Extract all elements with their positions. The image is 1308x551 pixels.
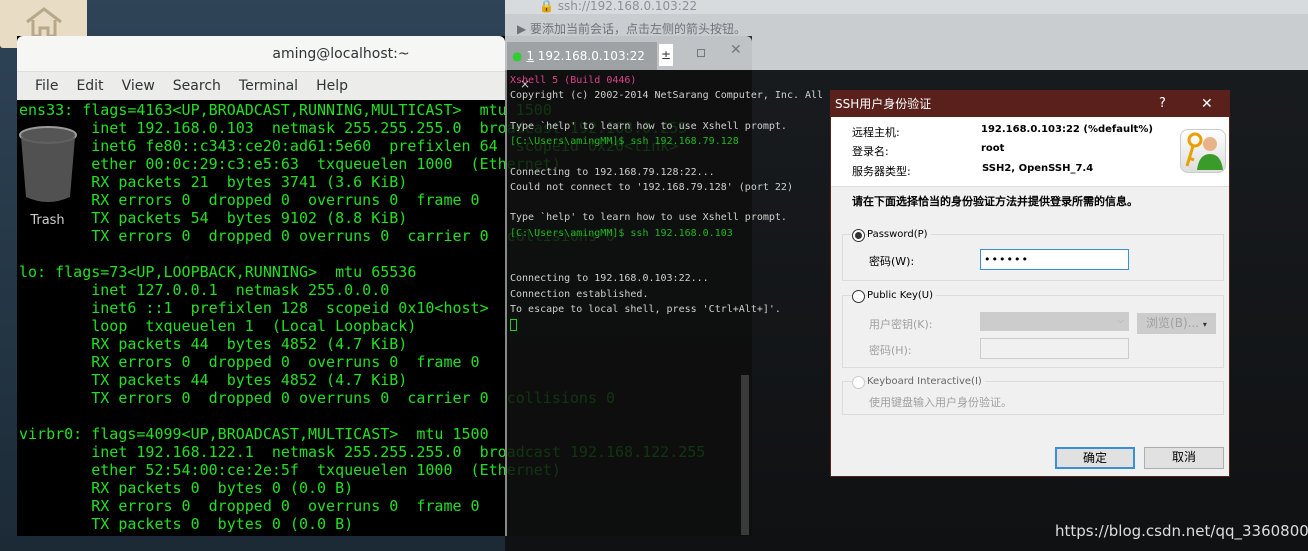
xshell-line [510, 195, 830, 210]
session-tab[interactable]: ● 1 192.168.0.103:22 × [507, 42, 657, 91]
close-icon[interactable]: ✕ [730, 42, 742, 58]
menu-terminal[interactable]: Terminal [230, 78, 307, 94]
dialog-titlebar: SSH用户身份验证 ? ✕ [831, 91, 1229, 117]
xshell-line: Copyright (c) 2002-2014 NetSarang Comput… [510, 90, 830, 102]
help-button[interactable]: ? [1159, 91, 1166, 117]
terminal-menubar: File Edit View Search Terminal Help [17, 72, 505, 100]
watermark: https://blog.csdn.net/qq_33608000 [1055, 522, 1308, 540]
instruction-text: 请在下面选择恰当的身份验证方法并提供登录所需的信息。 [852, 195, 1138, 208]
scrollbar[interactable] [741, 375, 749, 535]
menu-view[interactable]: View [113, 78, 164, 94]
trash-label: Trash [30, 213, 65, 228]
xshell-line: Connecting to 192.168.0.103:22... [510, 273, 709, 285]
cursor [510, 319, 517, 331]
maximize-icon[interactable] [697, 49, 705, 57]
password-input[interactable]: •••••• [980, 249, 1129, 270]
new-tab-button[interactable]: ± [659, 44, 673, 66]
cancel-button[interactable]: 取消 [1144, 447, 1224, 469]
xshell-terminal-output[interactable]: Xshell 5 (Build 0446) Copyright (c) 2002-… [510, 73, 830, 533]
connection-info: 远程主机: 192.168.0.103:22 (%default%) 登录名: … [831, 117, 1229, 187]
remote-host-value: 192.168.0.103:22 (%default%) [981, 124, 1153, 135]
xshell-banner: Xshell 5 (Build 0446) [510, 75, 637, 86]
browse-button[interactable]: 浏览(B)... ▾ [1137, 313, 1216, 334]
user-key-select[interactable]: ⌵ [980, 312, 1129, 331]
xshell-line: To escape to local shell, press 'Ctrl+Al… [510, 303, 781, 315]
connected-status-icon: ● [512, 49, 523, 63]
xshell-line: Could not connect to '192.168.79.128' (p… [510, 181, 793, 193]
close-button[interactable]: ✕ [1201, 91, 1213, 117]
terminal-title: aming@localhost:~ [17, 36, 505, 72]
passphrase-input[interactable] [980, 338, 1129, 359]
xshell-line [510, 149, 830, 164]
trash-icon [18, 126, 77, 202]
xshell-line: [C:\Users\amingMM]$ ssh 192.168.79.128 [510, 136, 739, 147]
xshell-line: Connecting to 192.168.79.128:22... [510, 166, 715, 178]
xshell-line [510, 104, 830, 119]
password-radio[interactable] [852, 229, 865, 242]
keyboard-radio[interactable] [852, 376, 865, 389]
xshell-line: Connection established. [510, 288, 649, 300]
ssh-auth-dialog: SSH用户身份验证 ? ✕ 远程主机: 192.168.0.103:22 (%d… [830, 90, 1230, 477]
xshell-line: Type `help' to learn how to use Xshell p… [510, 212, 787, 224]
trash-desktop-item[interactable]: Trash [15, 125, 80, 230]
menu-edit[interactable]: Edit [67, 78, 112, 94]
login-value: root [981, 143, 1005, 154]
menu-search[interactable]: Search [164, 78, 230, 94]
xshell-line: [C:\Users\amingMM]$ ssh 192.168.0.103 [510, 227, 733, 239]
arrow-icon: ▶ [517, 22, 531, 36]
pubkey-radio[interactable] [852, 290, 865, 303]
server-type-value: SSH2, OpenSSH_7.4 [982, 163, 1094, 174]
key-user-icon [1180, 129, 1226, 173]
ok-button[interactable]: 确定 [1055, 447, 1135, 469]
xshell-line [510, 256, 830, 271]
xshell-address-bar[interactable]: 🔒 ssh://192.168.0.103:22 [505, 0, 1308, 14]
menu-file[interactable]: File [26, 78, 67, 94]
xshell-line [510, 241, 830, 256]
lock-icon: 🔒 [539, 0, 558, 13]
menu-help[interactable]: Help [307, 78, 357, 94]
xshell-line: Type `help' to learn how to use Xshell p… [510, 120, 787, 132]
